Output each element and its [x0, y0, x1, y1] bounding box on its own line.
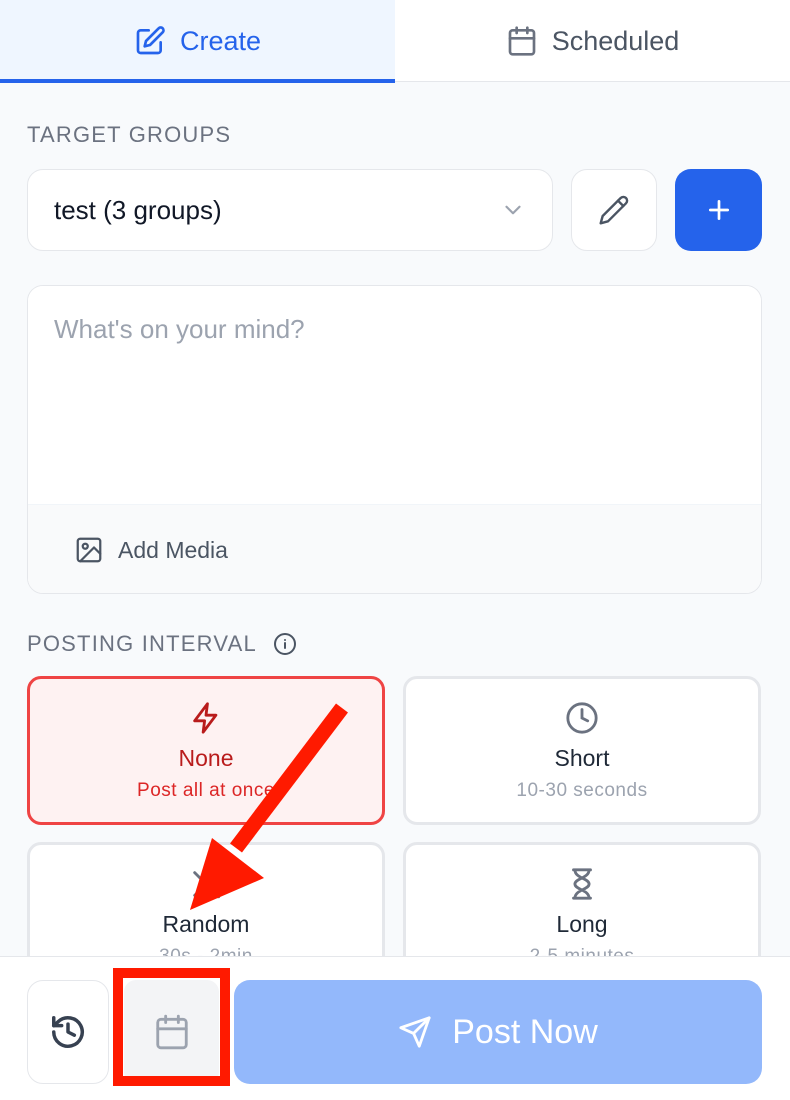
interval-option-short[interactable]: Short 10-30 seconds — [403, 676, 761, 825]
calendar-icon — [508, 26, 536, 56]
history-icon — [52, 1016, 84, 1048]
history-button[interactable] — [27, 980, 109, 1084]
media-bar: Add Media — [28, 504, 761, 593]
interval-subtitle: 10-30 seconds — [516, 780, 648, 801]
post-text-input[interactable] — [28, 286, 761, 504]
group-select-dropdown[interactable]: test (3 groups) — [27, 169, 553, 251]
annotation-highlight-box — [113, 968, 230, 1086]
shuffle-icon — [193, 869, 221, 899]
tab-create[interactable]: Create — [0, 0, 395, 83]
target-groups-label-text: TARGET GROUPS — [27, 122, 232, 147]
plus-icon — [708, 199, 729, 221]
tab-scheduled[interactable]: Scheduled — [395, 0, 790, 82]
chevron-down-icon — [505, 205, 521, 215]
tab-create-label: Create — [179, 25, 262, 56]
interval-title: None — [178, 745, 234, 771]
interval-title: Random — [162, 911, 250, 937]
interval-title: Long — [556, 911, 608, 937]
tab-bar: Create Scheduled — [0, 0, 790, 83]
group-select-value: test (3 groups) — [54, 194, 222, 225]
post-composer: Add Media — [27, 285, 762, 594]
add-group-button[interactable] — [675, 169, 762, 251]
pencil-icon — [599, 195, 629, 225]
clock-icon — [566, 702, 598, 734]
hourglass-icon — [572, 868, 592, 900]
interval-subtitle: Post all at once — [137, 780, 275, 801]
posting-interval-label-text: POSTING INTERVAL — [27, 631, 257, 656]
posting-interval-label: POSTING INTERVAL — [27, 631, 297, 657]
interval-title: Short — [554, 745, 610, 771]
target-groups-label: TARGET GROUPS — [27, 122, 231, 148]
send-icon — [399, 1016, 431, 1048]
add-media-button[interactable]: Add Media — [74, 535, 228, 565]
post-now-label: Post Now — [452, 1012, 598, 1051]
tab-scheduled-label: Scheduled — [551, 25, 680, 56]
interval-option-none[interactable]: None Post all at once — [27, 676, 385, 825]
post-now-button[interactable]: Post Now — [234, 980, 762, 1084]
info-icon[interactable] — [273, 632, 297, 656]
add-media-label: Add Media — [118, 536, 228, 563]
lightning-icon — [193, 702, 218, 734]
edit-group-button[interactable] — [571, 169, 657, 251]
image-icon — [76, 537, 102, 563]
pencil-square-icon — [136, 26, 165, 55]
